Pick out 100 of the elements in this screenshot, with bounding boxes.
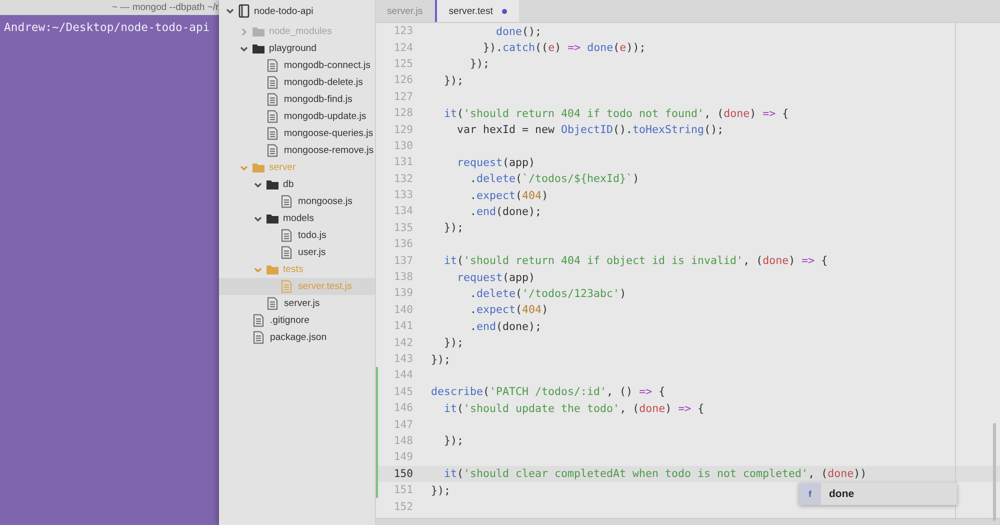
- line-number: 129: [392, 122, 414, 138]
- scrollbar-thumb[interactable]: [993, 423, 996, 521]
- tree-item[interactable]: models: [219, 210, 375, 227]
- line-number: 139: [392, 286, 414, 302]
- code-line: });: [431, 484, 451, 497]
- line-number: 124: [392, 40, 414, 56]
- terminal-prompt: Andrew:~/Desktop/node-todo-api: [4, 20, 210, 34]
- chevron-down-icon: [240, 44, 248, 52]
- tree-item[interactable]: user.js: [219, 244, 375, 261]
- file-icon: [281, 195, 292, 208]
- line-number: 140: [392, 302, 414, 318]
- code-line: .end(done);: [469, 204, 542, 218]
- folder-icon: [266, 213, 279, 224]
- file-icon: [281, 229, 292, 242]
- file-icon: [253, 331, 264, 344]
- tree-item[interactable]: todo.js: [219, 227, 375, 244]
- line-number: 150: [376, 466, 431, 482]
- tree-item[interactable]: server.js: [219, 295, 375, 312]
- window-title: ~ — mongod --dbpath ~/r: [112, 2, 219, 13]
- tree-item[interactable]: package.json: [219, 329, 375, 346]
- code-line: it('should update the todo', (done) => {: [443, 402, 704, 415]
- line-number: 127: [392, 90, 414, 105]
- file-icon: [281, 280, 292, 293]
- line-number: 132: [392, 172, 414, 187]
- editor-tab[interactable]: server.test: [434, 0, 519, 22]
- code-line: request(app): [456, 270, 536, 284]
- line-number: 147: [376, 416, 431, 433]
- line-number: 141: [392, 319, 414, 334]
- line-number: 131: [392, 155, 414, 170]
- line-number: 144: [376, 367, 431, 384]
- code-line: it('should return 404 if object id is invalid', (done) => {: [443, 254, 828, 268]
- line-number: 134: [392, 204, 414, 220]
- line-number: 151: [376, 482, 431, 498]
- line-number: 130: [392, 138, 414, 154]
- folder-icon: [252, 162, 265, 173]
- tree-item[interactable]: playground: [219, 40, 375, 57]
- tree-item[interactable]: mongoose-remove.js: [219, 142, 375, 159]
- tree-item[interactable]: .gitignore: [219, 312, 375, 329]
- line-number: 135: [392, 220, 414, 236]
- code-line: done();: [495, 24, 542, 38]
- code-line: }).catch((e) => done(e));: [482, 41, 646, 54]
- tree-item[interactable]: node-todo-api: [219, 2, 375, 20]
- line-number: 143: [392, 352, 414, 367]
- folder-icon: [252, 26, 265, 37]
- tree-item[interactable]: mongodb-update.js: [219, 108, 375, 125]
- file-icon: [253, 314, 264, 327]
- line-number: 126: [392, 73, 414, 88]
- line-number: 152: [392, 500, 414, 515]
- code-line: .delete(`/todos/${hexId}`): [469, 172, 640, 186]
- code-line: var hexId = new ObjectID().toHexString();: [456, 123, 724, 136]
- line-number: 145: [376, 384, 431, 400]
- code-line: it('should return 404 if todo not found', (done) => {: [443, 106, 789, 120]
- code-line: .end(done);: [469, 320, 542, 333]
- line-number: 125: [392, 56, 414, 72]
- line-number: 146: [376, 400, 431, 416]
- code-line: });: [443, 221, 464, 234]
- file-icon: [267, 127, 278, 140]
- chevron-down-icon: [254, 214, 262, 222]
- autocomplete-item[interactable]: f done: [799, 482, 957, 505]
- chevron-down-icon: [254, 180, 262, 188]
- file-icon: [267, 76, 278, 89]
- code-line: });: [443, 434, 464, 448]
- code-line: });: [431, 352, 451, 366]
- folder-icon: [252, 43, 265, 54]
- code-line: });: [443, 74, 464, 87]
- line-number: 148: [376, 432, 431, 450]
- tree-item[interactable]: mongoose-queries.js: [219, 125, 375, 142]
- code-line: });: [443, 336, 464, 350]
- file-icon: [267, 144, 278, 157]
- modified-dot-icon: [502, 8, 507, 14]
- book-icon: [238, 4, 250, 18]
- line-number: 138: [392, 270, 414, 286]
- tree-item[interactable]: mongodb-delete.js: [219, 74, 375, 91]
- line-number: 128: [392, 106, 414, 122]
- chevron-down-icon: [254, 266, 262, 274]
- file-icon: [281, 246, 292, 259]
- folder-icon: [266, 179, 279, 190]
- tree-item[interactable]: mongodb-find.js: [219, 91, 375, 108]
- file-icon: [267, 110, 278, 123]
- code-line: describe('PATCH /todos/:id', () => {: [431, 385, 666, 398]
- tree-item[interactable]: mongoose.js: [219, 193, 375, 210]
- code-line: it('should clear completedAt when todo is not completed', (done)): [443, 467, 867, 480]
- tree-item[interactable]: mongodb-connect.js: [219, 57, 375, 74]
- folder-icon: [266, 264, 279, 275]
- code-line: .delete('/todos/123abc'): [469, 286, 626, 300]
- line-number: 137: [392, 254, 414, 269]
- line-number: 136: [392, 237, 414, 252]
- file-icon: [267, 59, 278, 72]
- code-line: .expect(404): [469, 188, 548, 202]
- chevron-down-icon: [240, 164, 248, 172]
- file-icon: [267, 93, 278, 106]
- chevron-right-icon: [240, 28, 248, 36]
- tree-item[interactable]: db: [219, 176, 375, 193]
- line-number: 142: [392, 336, 414, 351]
- line-number: 123: [392, 24, 414, 40]
- line-number: 133: [392, 188, 414, 204]
- code-line: .expect(404): [469, 303, 548, 316]
- chevron-down-icon: [226, 7, 234, 15]
- file-icon: [267, 297, 278, 310]
- code-line: request(app): [456, 156, 536, 169]
